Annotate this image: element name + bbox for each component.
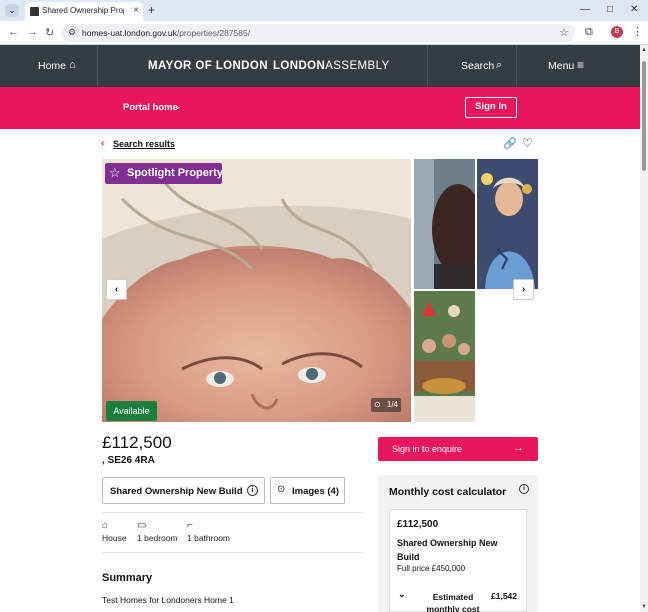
back-arrow-icon[interactable]: ←: [8, 26, 19, 38]
monthly-cost-calculator: Monthly cost calculator i £112,500 Share…: [378, 475, 538, 612]
menu-nav-button[interactable]: Menu ≡: [516, 45, 640, 87]
estimated-monthly-cost-row[interactable]: ⌄ Estimated monthly cost £1,542: [389, 579, 527, 612]
url-text: homes-uat.london.gov.uk/properties/28758…: [82, 28, 251, 38]
image-counter: ⊙ 1/4: [371, 398, 401, 412]
enquire-label: Sign in to enquire: [392, 444, 463, 454]
divider: [102, 512, 363, 513]
ownership-type-button[interactable]: Shared Ownership New Build i: [102, 477, 265, 504]
gallery-thumbnail[interactable]: [477, 159, 538, 289]
tab-close-icon[interactable]: ×: [133, 5, 139, 16]
browser-tab[interactable]: Shared Ownership Properties | ... ×: [25, 2, 143, 21]
status-badge: Available: [106, 401, 157, 421]
scroll-thumb[interactable]: [642, 61, 646, 171]
page-scrollbar[interactable]: ▲ ▼: [640, 45, 648, 612]
hamburger-icon: ≡: [577, 58, 585, 72]
calculator-summary-card: £112,500 Shared Ownership New Build Full…: [389, 509, 527, 581]
chevron-left-icon: ‹: [101, 138, 105, 149]
tab-title: Shared Ownership Properties | ...: [42, 6, 124, 15]
favourite-heart-icon[interactable]: ♡: [522, 136, 533, 150]
gallery-prev-button[interactable]: ‹: [106, 279, 127, 300]
profile-avatar[interactable]: B: [611, 26, 623, 38]
mayor-of-london-logo[interactable]: MAYOR OF LONDON: [148, 60, 268, 72]
gallery-main-image[interactable]: [102, 159, 411, 422]
arrow-right-icon: →: [513, 442, 524, 454]
feature-bathrooms: 1 bathroom: [187, 533, 230, 543]
spotlight-label: Spotlight Property: [127, 167, 223, 179]
gallery-thumbnail[interactable]: [414, 291, 475, 422]
browser-tabbar: ⌄ Shared Ownership Properties | ... × + …: [0, 0, 648, 21]
maximize-icon[interactable]: □: [607, 4, 613, 15]
summary-text: Test Homes for Londoners Home 1: [102, 595, 234, 605]
chevron-down-icon: ⌄: [174, 101, 182, 111]
divider: [102, 552, 363, 553]
gallery-thumbnail[interactable]: [414, 159, 475, 289]
bath-icon: ⌐: [187, 520, 193, 531]
search-label: Search: [461, 60, 495, 72]
portal-bar: Portal home ⌄ Sign In: [0, 87, 640, 129]
kebab-menu-icon[interactable]: ⋮: [632, 25, 643, 38]
calculator-price: £112,500: [397, 519, 439, 530]
site-info-icon[interactable]: ⚙: [68, 27, 76, 38]
sign-in-button[interactable]: Sign In: [465, 97, 517, 118]
estimated-cost-label: Estimated monthly cost: [426, 592, 480, 612]
browser-toolbar: ← → ↻ ⚙ homes-uat.london.gov.uk/properti…: [0, 21, 648, 45]
site-header: Home ⌂ MAYOR OF LONDON LONDONASSEMBLY Se…: [0, 45, 640, 87]
back-to-search-link[interactable]: Search results: [113, 139, 175, 149]
london-assembly-logo[interactable]: LONDONASSEMBLY: [273, 60, 390, 72]
camera-icon: ⊙: [277, 484, 286, 495]
star-icon: ☆: [109, 165, 121, 180]
sign-in-to-enquire-button[interactable]: Sign in to enquire →: [378, 437, 538, 461]
calculator-full-price: Full price £450,000: [397, 564, 466, 573]
feature-property-type: House: [102, 533, 127, 543]
new-tab-icon[interactable]: +: [148, 3, 155, 17]
chevron-down-icon: ⌄: [398, 589, 406, 599]
tab-search-dropdown-icon[interactable]: ⌄: [5, 4, 19, 17]
share-link-icon[interactable]: 🔗: [503, 137, 517, 150]
portal-home-dropdown[interactable]: Portal home: [123, 102, 178, 113]
calculator-title: Monthly cost calculator: [389, 486, 507, 498]
minimize-icon[interactable]: —: [580, 4, 590, 15]
house-icon: ⌂: [102, 520, 109, 531]
gallery-next-button[interactable]: ›: [513, 279, 534, 300]
home-nav-button[interactable]: Home ⌂: [0, 45, 98, 87]
menu-label: Menu: [548, 60, 575, 72]
camera-icon: ⊙: [374, 400, 381, 409]
info-icon[interactable]: i: [519, 484, 529, 494]
search-icon: ⌕: [496, 59, 503, 71]
extensions-icon[interactable]: ⧉: [585, 26, 593, 39]
reload-icon[interactable]: ↻: [45, 26, 54, 39]
scroll-up-icon[interactable]: ▲: [641, 47, 647, 53]
calculator-ownership-type: Shared Ownership New Build: [397, 538, 498, 562]
address-bar[interactable]: ⚙ homes-uat.london.gov.uk/properties/287…: [61, 24, 575, 42]
search-nav-button[interactable]: Search ⌕: [427, 45, 516, 87]
star-icon[interactable]: ☆: [559, 26, 569, 39]
property-price: £112,500: [102, 433, 172, 452]
tab-favicon-icon: [30, 7, 39, 16]
property-postcode: , SE26 4RA: [102, 455, 155, 466]
summary-heading: Summary: [102, 572, 153, 584]
close-window-icon[interactable]: ✕: [630, 4, 638, 15]
forward-arrow-icon[interactable]: →: [27, 26, 38, 38]
estimated-cost-value: £1,542: [491, 591, 517, 601]
info-icon: i: [247, 485, 258, 496]
scroll-down-icon[interactable]: ▼: [641, 604, 647, 610]
ownership-type-label: Shared Ownership New Build: [110, 486, 243, 497]
feature-bedrooms: 1 bedroom: [137, 533, 178, 543]
spotlight-badge: ☆ Spotlight Property: [105, 163, 223, 184]
home-icon: ⌂: [69, 59, 76, 71]
images-label: Images (4): [292, 486, 339, 497]
home-label: Home: [38, 60, 67, 72]
bed-icon: ▭: [137, 520, 147, 531]
images-button[interactable]: ⊙ Images (4): [270, 477, 345, 504]
